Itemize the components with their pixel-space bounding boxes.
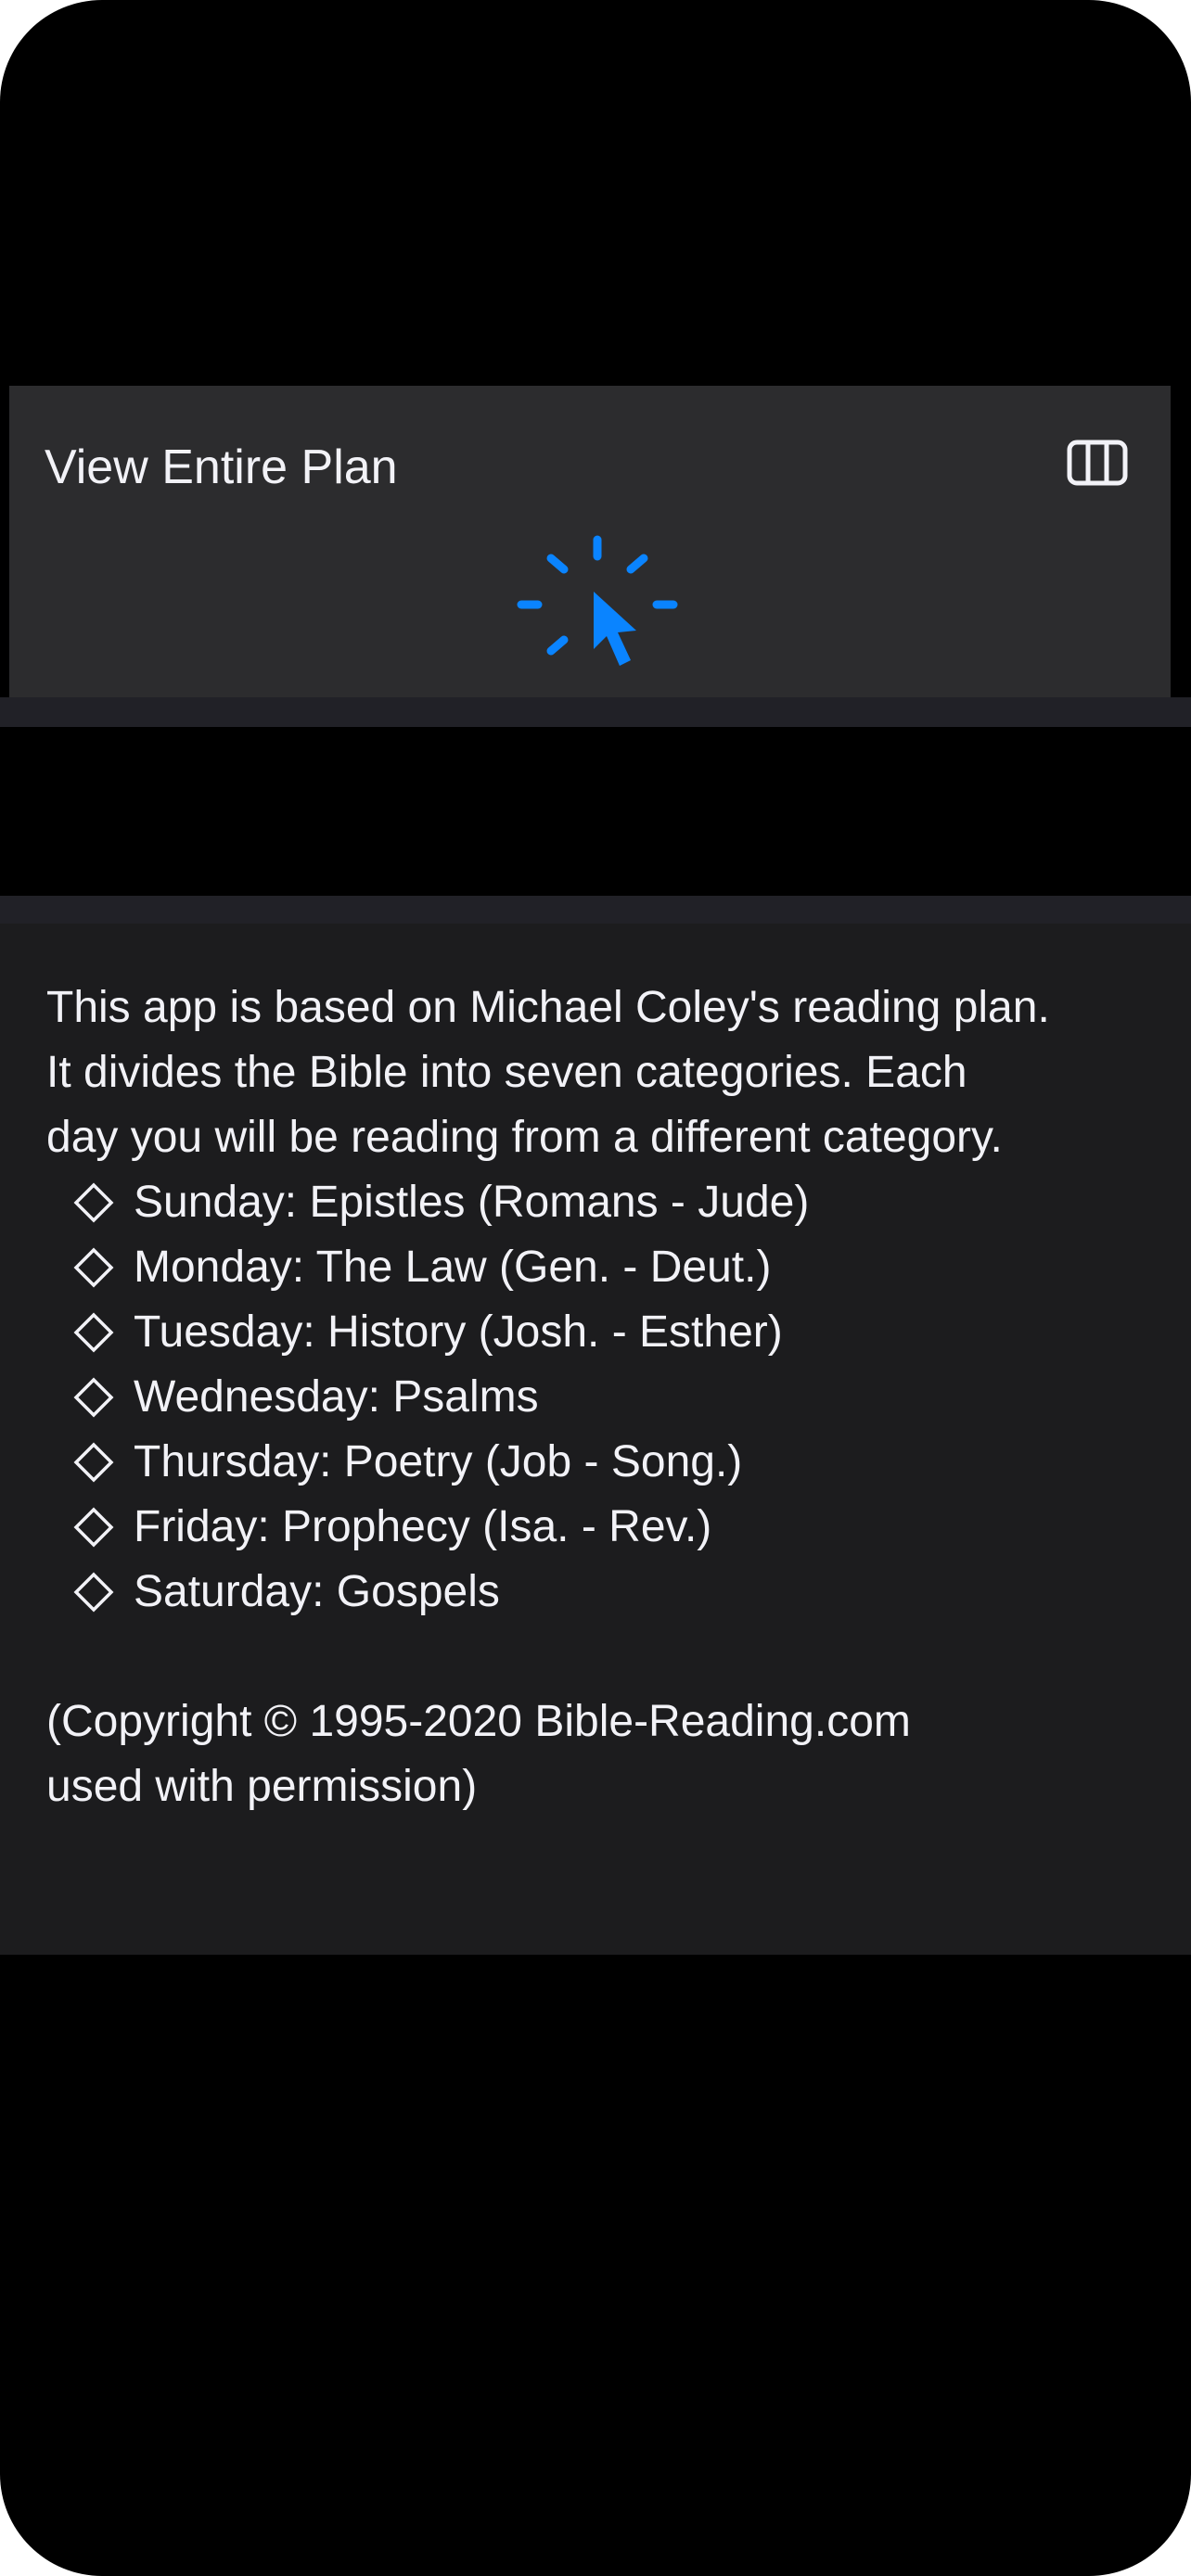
hidden-region bbox=[4, 727, 1187, 896]
list-item-label: Saturday: Gospels bbox=[134, 1567, 500, 1616]
diamond-icon bbox=[73, 1507, 114, 1548]
list-item: Sunday: Epistles (Romans - Jude) bbox=[46, 1170, 1159, 1235]
pointer-loading-icon bbox=[517, 535, 678, 666]
list-item: Monday: The Law (Gen. - Deut.) bbox=[46, 1235, 1159, 1300]
list-item-label: Monday: The Law (Gen. - Deut.) bbox=[134, 1243, 772, 1292]
intro-line: This app is based on Michael Coley's rea… bbox=[46, 983, 1050, 1032]
copyright-line: used with permission) bbox=[46, 1762, 478, 1811]
copyright-line: (Copyright © 1995-2020 Bible-Reading.com bbox=[46, 1697, 911, 1746]
list-item-label: Sunday: Epistles (Romans - Jude) bbox=[134, 1178, 810, 1227]
list-item: Wednesday: Psalms bbox=[46, 1365, 1159, 1430]
separator-band bbox=[0, 896, 1191, 924]
diamond-icon bbox=[73, 1182, 114, 1223]
diamond-icon bbox=[73, 1312, 114, 1353]
intro-line: day you will be reading from a different… bbox=[46, 1113, 1003, 1162]
list-item-label: Friday: Prophecy (Isa. - Rev.) bbox=[134, 1502, 712, 1551]
diamond-icon bbox=[73, 1442, 114, 1483]
diamond-icon bbox=[73, 1377, 114, 1418]
list-item: Saturday: Gospels bbox=[46, 1560, 1159, 1625]
diamond-icon bbox=[73, 1247, 114, 1288]
separator-band bbox=[0, 697, 1191, 727]
device-screen: View Entire Plan This app is based on Mi… bbox=[0, 0, 1191, 2576]
list-item-label: Thursday: Poetry (Job - Song.) bbox=[134, 1437, 743, 1486]
diamond-icon bbox=[73, 1572, 114, 1613]
plan-description-panel: This app is based on Michael Coley's rea… bbox=[0, 924, 1191, 1955]
columns-icon[interactable] bbox=[1067, 440, 1128, 486]
menu-title: View Entire Plan bbox=[45, 440, 398, 494]
intro-line: It divides the Bible into seven categori… bbox=[46, 1048, 967, 1097]
list-item: Friday: Prophecy (Isa. - Rev.) bbox=[46, 1495, 1159, 1560]
category-list: Sunday: Epistles (Romans - Jude) Monday:… bbox=[46, 1170, 1159, 1625]
plan-description: This app is based on Michael Coley's rea… bbox=[46, 976, 1159, 1819]
view-entire-plan-menu[interactable]: View Entire Plan bbox=[9, 386, 1171, 697]
list-item: Tuesday: History (Josh. - Esther) bbox=[46, 1300, 1159, 1365]
list-item: Thursday: Poetry (Job - Song.) bbox=[46, 1430, 1159, 1495]
list-item-label: Tuesday: History (Josh. - Esther) bbox=[134, 1307, 783, 1357]
list-item-label: Wednesday: Psalms bbox=[134, 1372, 539, 1422]
